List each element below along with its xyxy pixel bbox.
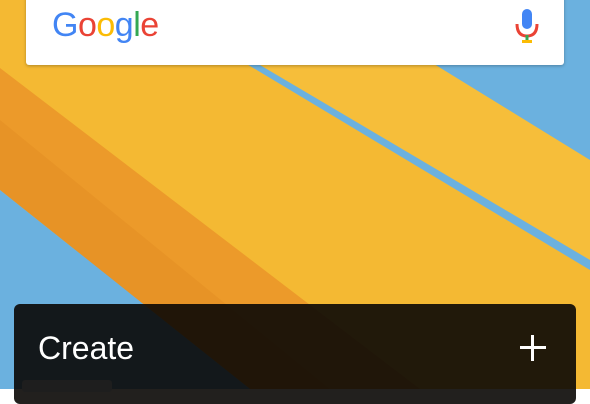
logo-letter-g2: g [114,6,134,44]
logo-letter-e: e [140,6,159,44]
logo-letter-g: G [52,6,78,44]
create-label: Create [38,330,135,366]
bottom-tab-hint [22,380,112,392]
microphone-icon[interactable] [512,7,542,45]
logo-letter-o1: o [77,6,97,44]
plus-icon[interactable] [518,333,548,363]
google-search-bar[interactable]: Google [26,0,564,65]
google-logo: Google [52,8,159,42]
logo-letter-o2: o [96,6,115,44]
